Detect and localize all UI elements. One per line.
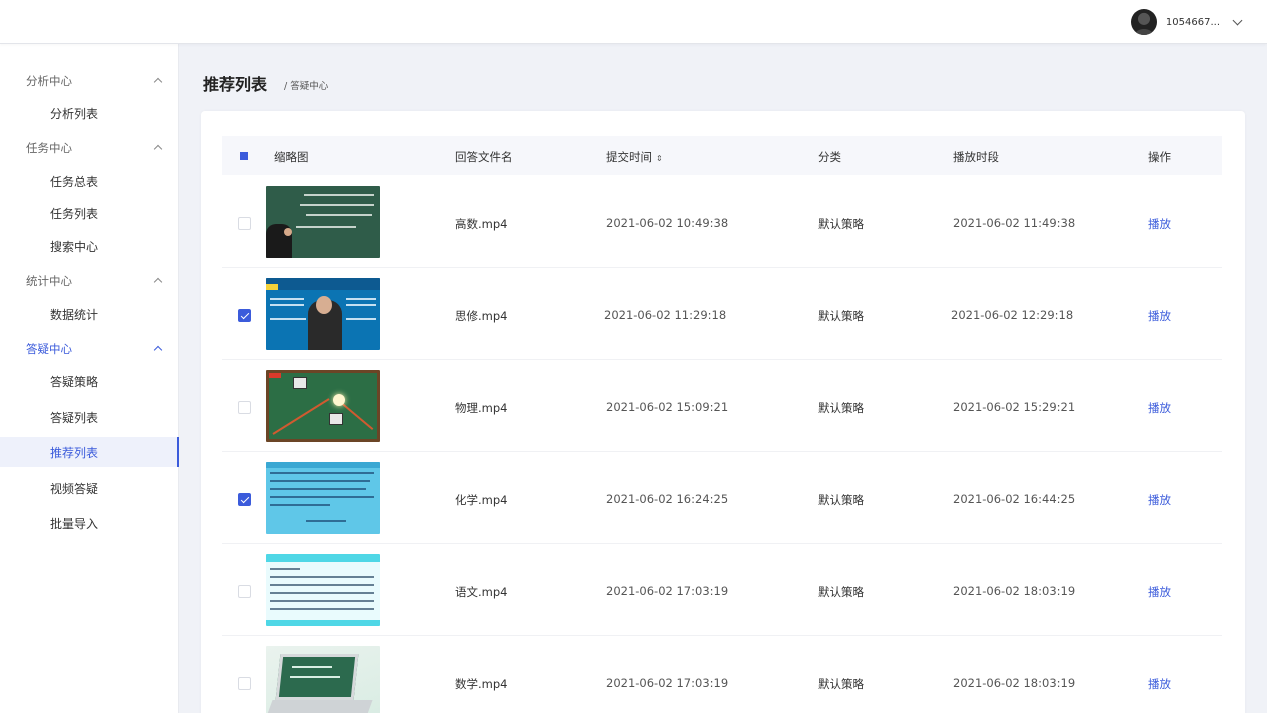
column-header-category: 分类 [818,150,841,164]
category: 默认策略 [818,677,864,691]
user-menu[interactable]: 1054667... [1130,9,1243,35]
file-name: 高数.mp4 [455,217,508,231]
sidebar: 分析中心 分析列表 任务中心 任务总表 任务列表 搜索中心 统计中心 数据统计 … [0,44,179,713]
play-link[interactable]: 播放 [1148,676,1171,692]
video-thumbnail[interactable] [266,554,380,626]
submit-time: 2021-06-02 17:03:19 [606,676,729,690]
sidebar-item-label: 任务总表 [50,174,99,189]
column-header-thumbnail: 缩略图 [274,150,309,164]
category: 默认策略 [818,401,864,415]
category: 默认策略 [818,493,864,507]
row-checkbox[interactable] [238,677,251,690]
submit-time: 2021-06-02 11:29:18 [604,308,727,322]
sidebar-item-label: 搜索中心 [50,239,99,254]
table-card: 缩略图 回答文件名 提交时间 ⇕ 分类 播放时段 操作 高数.mp4 2021-0… [201,111,1245,713]
table-row: 语文.mp4 2021-06-02 17:03:19 默认策略 2021-06-… [222,544,1222,636]
play-time: 2021-06-02 15:29:21 [953,400,1076,414]
page-title: 推荐列表 [203,75,268,94]
play-time: 2021-06-02 12:29:18 [951,308,1074,322]
table-row: 物理.mp4 2021-06-02 15:09:21 默认策略 2021-06-… [222,360,1222,452]
row-checkbox[interactable] [238,493,251,506]
sidebar-item-search-center[interactable]: 搜索中心 [0,231,179,261]
chevron-up-icon [153,345,163,355]
sidebar-item-label: 任务列表 [50,206,99,221]
column-header-submit-time[interactable]: 提交时间 ⇕ [606,149,663,165]
column-header-submit-time-label: 提交时间 [606,150,652,164]
submit-time: 2021-06-02 16:24:25 [606,492,729,506]
breadcrumb[interactable]: / 答疑中心 [284,78,328,92]
table-row: 数学.mp4 2021-06-02 17:03:19 默认策略 2021-06-… [222,636,1222,713]
category: 默认策略 [818,309,864,323]
file-name: 物理.mp4 [455,401,508,415]
file-name: 思修.mp4 [455,309,508,323]
table-row: 化学.mp4 2021-06-02 16:24:25 默认策略 2021-06-… [222,452,1222,544]
submit-time: 2021-06-02 15:09:21 [606,400,729,414]
sidebar-group-qa[interactable]: 答疑中心 [0,338,179,360]
sidebar-item-video-qa[interactable]: 视频答疑 [0,473,179,503]
column-header-play-time: 播放时段 [953,150,999,164]
row-checkbox[interactable] [238,217,251,230]
sidebar-group-label: 分析中心 [26,74,72,88]
sidebar-group-analysis[interactable]: 分析中心 [0,70,179,92]
category: 默认策略 [818,585,864,599]
submit-time: 2021-06-02 10:49:38 [606,216,729,230]
sidebar-item-label: 答疑策略 [50,374,99,389]
sidebar-item-batch-import[interactable]: 批量导入 [0,508,179,538]
sort-icon[interactable]: ⇕ [656,154,663,163]
video-thumbnail[interactable] [266,278,380,350]
sidebar-item-label: 分析列表 [50,106,99,121]
sidebar-item-label: 答疑列表 [50,410,99,425]
file-name: 语文.mp4 [455,585,508,599]
video-thumbnail[interactable] [266,462,380,534]
chevron-up-icon [153,277,163,287]
play-time: 2021-06-02 18:03:19 [953,676,1076,690]
avatar[interactable] [1130,9,1157,35]
play-link[interactable]: 播放 [1148,216,1171,232]
sidebar-item-analysis-list[interactable]: 分析列表 [0,98,179,128]
sidebar-group-label: 统计中心 [26,274,72,288]
play-time: 2021-06-02 11:49:38 [953,216,1076,230]
top-bar: 1054667... [0,0,1267,44]
sidebar-item-label: 视频答疑 [50,481,99,496]
video-thumbnail[interactable] [266,646,380,713]
sidebar-item-qa-list[interactable]: 答疑列表 [0,402,179,432]
submit-time: 2021-06-02 17:03:19 [606,584,729,598]
table-row: 思修.mp4 2021-06-02 11:29:18 默认策略 2021-06-… [222,268,1222,360]
sidebar-item-label: 批量导入 [50,516,99,531]
column-header-filename: 回答文件名 [455,150,513,164]
play-time: 2021-06-02 16:44:25 [953,492,1076,506]
sidebar-group-tasks[interactable]: 任务中心 [0,137,179,159]
chevron-up-icon [153,144,163,154]
row-checkbox[interactable] [238,585,251,598]
video-thumbnail[interactable] [266,186,380,258]
table-row: 高数.mp4 2021-06-02 10:49:38 默认策略 2021-06-… [222,176,1222,268]
sidebar-item-label: 推荐列表 [50,445,99,460]
play-link[interactable]: 播放 [1148,400,1171,416]
play-time: 2021-06-02 18:03:19 [953,584,1076,598]
row-checkbox[interactable] [238,401,251,414]
sidebar-item-recommend-list[interactable]: 推荐列表 [0,437,179,467]
row-checkbox[interactable] [238,309,251,322]
sidebar-item-data-stats[interactable]: 数据统计 [0,299,179,329]
sidebar-item-qa-strategy[interactable]: 答疑策略 [0,366,179,396]
sidebar-item-label: 数据统计 [50,307,99,322]
play-link[interactable]: 播放 [1148,584,1171,600]
sidebar-item-task-list[interactable]: 任务列表 [0,198,179,228]
sidebar-group-label: 答疑中心 [26,342,72,356]
file-name: 数学.mp4 [455,677,508,691]
play-link[interactable]: 播放 [1148,308,1171,324]
category: 默认策略 [818,217,864,231]
user-name[interactable]: 1054667... [1166,17,1220,28]
sidebar-group-label: 任务中心 [26,141,72,155]
select-all-checkbox[interactable] [240,152,248,160]
table-header: 缩略图 回答文件名 提交时间 ⇕ 分类 播放时段 操作 [222,136,1222,175]
column-header-actions: 操作 [1148,150,1171,164]
sidebar-item-task-overview[interactable]: 任务总表 [0,166,179,196]
chevron-up-icon [153,77,163,87]
file-name: 化学.mp4 [455,493,508,507]
video-thumbnail[interactable] [266,370,380,442]
sidebar-group-stats[interactable]: 统计中心 [0,270,179,292]
chevron-down-icon[interactable] [1232,15,1243,25]
play-link[interactable]: 播放 [1148,492,1171,508]
